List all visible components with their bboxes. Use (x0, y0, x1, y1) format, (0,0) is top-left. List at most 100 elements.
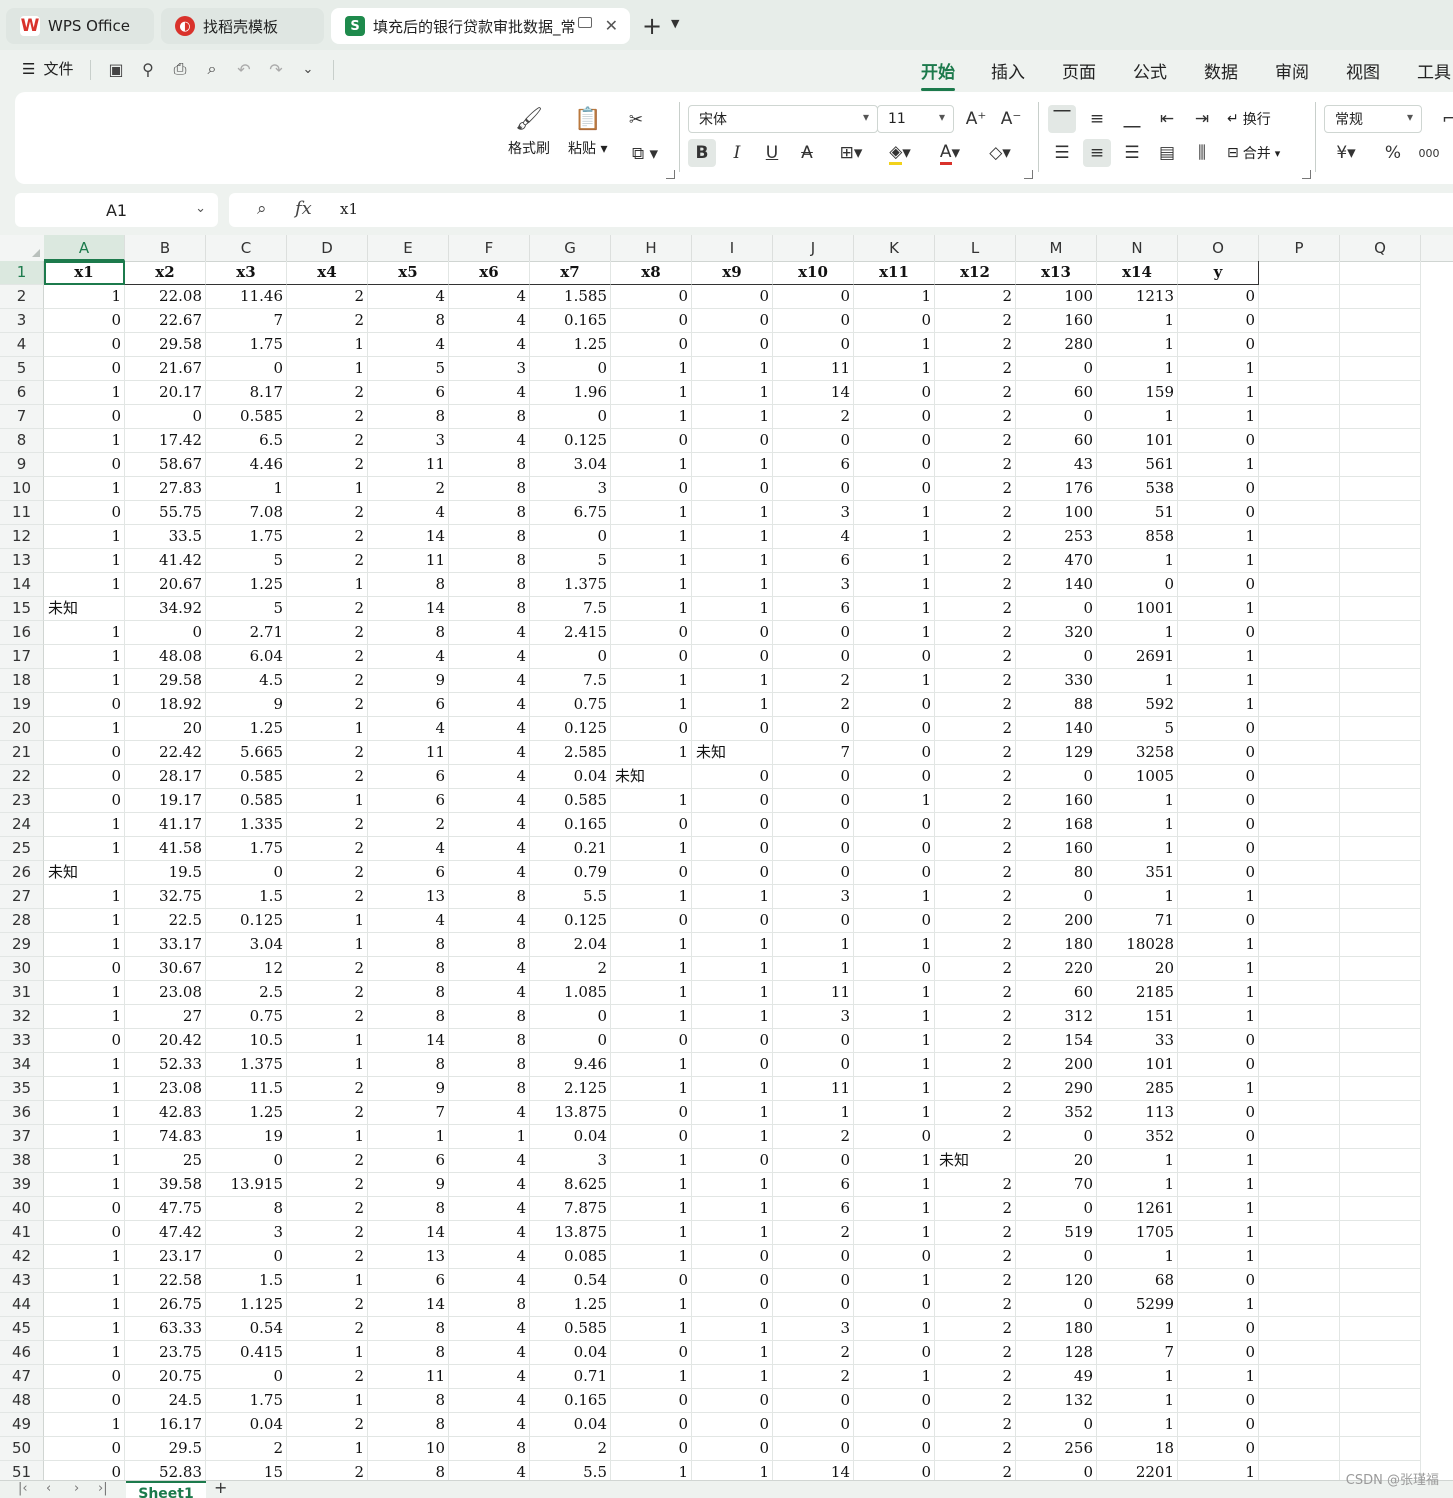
cell[interactable]: 0 (611, 621, 692, 645)
redo-icon[interactable]: ↷ (265, 58, 287, 80)
cell[interactable]: 0 (692, 333, 773, 357)
row-header[interactable]: 9 (0, 453, 44, 477)
cell[interactable] (1340, 1149, 1421, 1173)
cell[interactable]: 0 (611, 1125, 692, 1149)
cell[interactable] (1340, 1005, 1421, 1029)
row-header[interactable]: 48 (0, 1389, 44, 1413)
column-header-g[interactable]: G (530, 235, 611, 261)
cell[interactable]: 未知 (935, 1149, 1016, 1173)
cell[interactable]: 未知 (611, 765, 692, 789)
cell[interactable]: 0 (773, 477, 854, 501)
cell[interactable] (1259, 1101, 1340, 1125)
cell[interactable]: 0 (773, 837, 854, 861)
cell[interactable]: 2 (935, 1221, 1016, 1245)
cell[interactable]: 4 (449, 621, 530, 645)
cell[interactable]: 2.585 (530, 741, 611, 765)
cell[interactable]: 1 (854, 1269, 935, 1293)
cell[interactable] (1340, 933, 1421, 957)
cell[interactable]: 8 (368, 1005, 449, 1029)
cell[interactable]: 23.17 (125, 1245, 206, 1269)
column-header-c[interactable]: C (206, 235, 287, 261)
cell[interactable] (1259, 549, 1340, 573)
cell[interactable]: 1 (1097, 1317, 1178, 1341)
cell[interactable] (1340, 1365, 1421, 1389)
cell[interactable]: 0 (773, 789, 854, 813)
column-header-a[interactable]: A (44, 235, 125, 261)
cell[interactable]: 2 (935, 717, 1016, 741)
row-header[interactable]: 23 (0, 789, 44, 813)
cell[interactable]: 23.75 (125, 1341, 206, 1365)
cell[interactable]: 47.42 (125, 1221, 206, 1245)
cell[interactable]: 1 (1178, 957, 1259, 981)
cell[interactable]: 未知 (44, 861, 125, 885)
cell[interactable]: 3 (773, 885, 854, 909)
cell[interactable]: 0 (530, 405, 611, 429)
clipboard-launcher-icon[interactable] (666, 170, 675, 179)
cell[interactable] (1259, 573, 1340, 597)
column-header-p[interactable]: P (1259, 235, 1340, 261)
cell[interactable]: 80 (1016, 861, 1097, 885)
cell[interactable]: 352 (1016, 1101, 1097, 1125)
row-header[interactable]: 44 (0, 1293, 44, 1317)
cell[interactable]: 1 (611, 1173, 692, 1197)
cell[interactable]: 8 (449, 405, 530, 429)
cell[interactable]: 0 (611, 1269, 692, 1293)
cell[interactable]: 1 (1178, 405, 1259, 429)
cell[interactable]: 0 (854, 309, 935, 333)
cell[interactable]: 1 (1178, 885, 1259, 909)
cell[interactable]: 2185 (1097, 981, 1178, 1005)
cell[interactable]: 2 (287, 1293, 368, 1317)
cell[interactable]: 3 (773, 501, 854, 525)
cell[interactable]: 0 (692, 1053, 773, 1077)
cell[interactable] (1340, 285, 1421, 309)
cell[interactable]: 4 (449, 1365, 530, 1389)
cell[interactable]: 1 (1178, 381, 1259, 405)
column-header-l[interactable]: L (935, 235, 1016, 261)
cell[interactable]: 2 (935, 933, 1016, 957)
cell[interactable] (1259, 981, 1340, 1005)
cell[interactable]: 519 (1016, 1221, 1097, 1245)
cell[interactable]: 16.17 (125, 1413, 206, 1437)
cell[interactable]: 1 (611, 501, 692, 525)
row-header[interactable]: 4 (0, 333, 44, 357)
cell[interactable]: 71 (1097, 909, 1178, 933)
cell[interactable]: 0 (1178, 789, 1259, 813)
cell[interactable]: 6.75 (530, 501, 611, 525)
cell[interactable]: 2 (935, 597, 1016, 621)
cell[interactable]: 2.71 (206, 621, 287, 645)
cell[interactable] (1340, 477, 1421, 501)
cell[interactable]: 2 (935, 525, 1016, 549)
cell[interactable] (1340, 381, 1421, 405)
header-cell[interactable]: y (1178, 261, 1259, 285)
cell[interactable]: 1 (692, 525, 773, 549)
cell[interactable]: 1 (854, 789, 935, 813)
tab-tools[interactable]: 工具 (1417, 58, 1451, 83)
cell[interactable]: 4 (449, 1173, 530, 1197)
cell[interactable]: 6.5 (206, 429, 287, 453)
cell[interactable]: 22.42 (125, 741, 206, 765)
cell[interactable]: 1 (692, 1077, 773, 1101)
select-all-corner[interactable] (0, 235, 45, 261)
formula-input[interactable]: x1 (340, 200, 358, 218)
cell[interactable]: 27 (125, 1005, 206, 1029)
cell[interactable]: 1 (854, 501, 935, 525)
cell[interactable] (1259, 1053, 1340, 1077)
cell[interactable]: 1001 (1097, 597, 1178, 621)
new-tab-plus-icon[interactable]: + (642, 12, 662, 40)
cell[interactable]: 6 (368, 765, 449, 789)
cell[interactable]: 290 (1016, 1077, 1097, 1101)
cell[interactable]: 2 (287, 549, 368, 573)
cell[interactable]: 0 (611, 645, 692, 669)
cell[interactable]: 1 (1178, 357, 1259, 381)
cell[interactable]: 4 (368, 333, 449, 357)
cell[interactable]: 11 (773, 357, 854, 381)
cell[interactable]: 1 (1097, 1245, 1178, 1269)
cell[interactable]: 0.04 (530, 1413, 611, 1437)
cell[interactable]: 1.75 (206, 525, 287, 549)
cell[interactable]: 14 (368, 1221, 449, 1245)
cell[interactable]: 27.83 (125, 477, 206, 501)
cell[interactable] (1340, 717, 1421, 741)
cell[interactable]: 51 (1097, 501, 1178, 525)
cell[interactable]: 0 (854, 645, 935, 669)
cell[interactable]: 33 (1097, 1029, 1178, 1053)
